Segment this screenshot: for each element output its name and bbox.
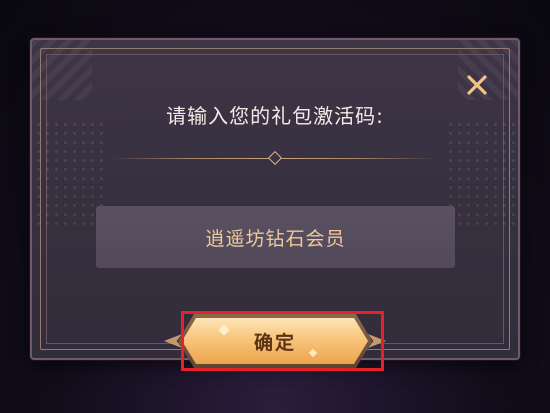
dialog-frame-inner [46, 54, 504, 344]
confirm-button-label: 确定 [253, 331, 296, 354]
dot-pattern-right [446, 120, 516, 230]
activation-code-input[interactable]: 逍遥坊钻石会员 [96, 206, 455, 268]
activation-code-value: 逍遥坊钻石会员 [205, 227, 346, 250]
close-button[interactable] [462, 70, 492, 100]
dialog-prompt: 请输入您的礼包激活码: [166, 104, 384, 128]
confirm-button-wrap: 确定 [160, 310, 390, 372]
close-icon [467, 75, 487, 95]
dot-pattern-left [34, 120, 104, 230]
confirm-button[interactable]: 确定 [182, 318, 368, 364]
